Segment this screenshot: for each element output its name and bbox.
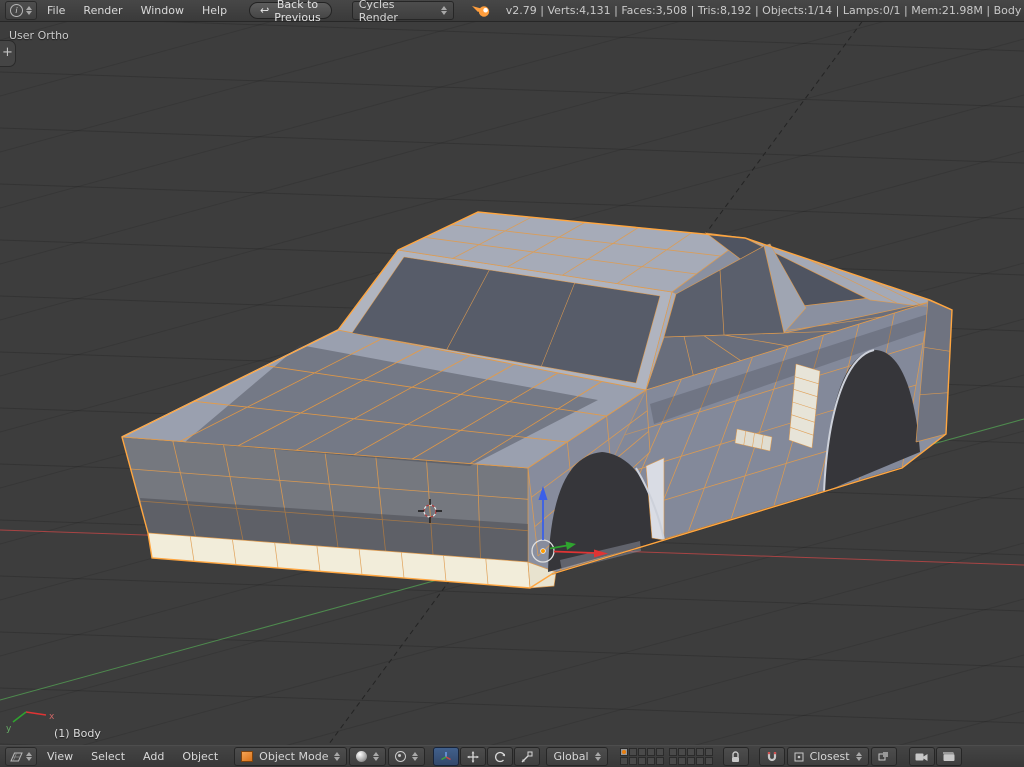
chevron-updown-icon: [26, 6, 32, 15]
layer-button[interactable]: [668, 757, 677, 765]
viewport-shading-dropdown[interactable]: [349, 747, 387, 766]
menu-window[interactable]: Window: [133, 2, 192, 19]
snap-toggle-button[interactable]: [758, 747, 785, 766]
opengl-render-button[interactable]: [908, 747, 935, 766]
opengl-render-buttons: [908, 747, 962, 766]
dropdown-arrows-icon: [334, 752, 341, 761]
magnet-icon: [767, 751, 776, 761]
blender-logo: [470, 3, 492, 18]
render-engine-dropdown[interactable]: Cycles Render: [351, 0, 454, 24]
object-mode-cube-icon: [241, 751, 254, 762]
menu-file[interactable]: File: [39, 2, 73, 19]
mode-value: Object Mode: [259, 750, 329, 763]
info-header: i File Render Window Help ↩ Back to Prev…: [0, 0, 1024, 24]
menu-select[interactable]: Select: [83, 748, 133, 765]
dropdown-arrows-icon: [440, 6, 447, 15]
opengl-render-animation-button[interactable]: [935, 747, 962, 766]
layer-button[interactable]: [637, 748, 646, 756]
menu-render[interactable]: Render: [75, 2, 130, 19]
pivot-point-dropdown[interactable]: [388, 747, 426, 766]
render-engine-value: Cycles Render: [358, 0, 398, 24]
layer-button[interactable]: [655, 757, 664, 765]
manipulator-axes-icon: [441, 751, 452, 760]
lock-to-scene-button[interactable]: [722, 747, 749, 766]
viewport-canvas[interactable]: xy: [0, 0, 1024, 767]
dropdown-arrows-icon: [373, 752, 380, 761]
layer-button[interactable]: [677, 748, 686, 756]
layer-button[interactable]: [677, 757, 686, 765]
scene-stats: v2.79 | Verts:4,131 | Faces:3,508 | Tris…: [505, 4, 1022, 17]
back-arrow-icon: ↩: [260, 4, 270, 17]
layer-button[interactable]: [695, 757, 704, 765]
manipulator-buttons: [433, 747, 541, 766]
dropdown-arrows-icon: [855, 752, 862, 761]
translate-manipulator-button[interactable]: [460, 747, 487, 766]
orientation-value: Global: [553, 750, 589, 763]
layer-button[interactable]: [637, 757, 646, 765]
rotate-icon: [495, 751, 506, 762]
layer-button[interactable]: [646, 748, 655, 756]
layer-button[interactable]: [628, 748, 637, 756]
pivot-point-icon: [395, 751, 407, 762]
blender-logo-icon: [471, 6, 489, 17]
menu-help[interactable]: Help: [194, 2, 235, 19]
viewport-header: View Select Add Object Object Mode Globa…: [0, 745, 1024, 767]
svg-text:y: y: [6, 724, 12, 734]
back-to-previous-button[interactable]: ↩ Back to Previous: [249, 0, 332, 24]
snap-align-icon: [878, 752, 889, 761]
info-editor-icon: i: [10, 4, 23, 17]
layer-button[interactable]: [668, 748, 677, 756]
snap-element-icon: [794, 752, 804, 761]
mode-dropdown[interactable]: Object Mode: [234, 747, 348, 766]
view-mode-label: User Ortho: [9, 29, 69, 42]
back-button-label: Back to Previous: [274, 0, 321, 24]
layers-widget: [619, 748, 713, 765]
editor-type-selector-3dview[interactable]: [5, 747, 37, 766]
scale-icon: [522, 751, 533, 762]
snap-target-value: Closest: [809, 750, 850, 763]
layer-button[interactable]: [628, 757, 637, 765]
menu-view[interactable]: View: [39, 748, 81, 765]
layer-button[interactable]: [704, 748, 713, 756]
layer-button[interactable]: [686, 748, 695, 756]
layer-button[interactable]: [655, 748, 664, 756]
active-object-label: (1) Body: [54, 727, 101, 740]
clapper-icon: [942, 752, 955, 761]
manipulator-toggle-button[interactable]: [433, 747, 460, 766]
toolshelf-expand-tab[interactable]: +: [0, 40, 16, 67]
dropdown-arrows-icon: [412, 752, 419, 761]
scale-manipulator-button[interactable]: [514, 747, 541, 766]
transform-orientation-dropdown[interactable]: Global: [546, 747, 608, 766]
snap-target-dropdown[interactable]: Closest: [786, 747, 869, 766]
camera-icon: [915, 753, 928, 761]
dropdown-arrows-icon: [594, 752, 601, 761]
editor-type-selector-info[interactable]: i: [5, 1, 37, 20]
layer-button[interactable]: [704, 757, 713, 765]
snap-align-button[interactable]: [870, 747, 897, 766]
layer-button[interactable]: [646, 757, 655, 765]
layer-button[interactable]: [619, 757, 628, 765]
menu-object[interactable]: Object: [174, 748, 226, 765]
layer-button[interactable]: [619, 748, 628, 756]
shading-sphere-icon: [356, 751, 368, 762]
translate-icon: [467, 750, 480, 763]
lock-icon: [732, 750, 740, 762]
3d-view-editor-icon: [10, 752, 23, 761]
rotate-manipulator-button[interactable]: [487, 747, 514, 766]
svg-text:x: x: [49, 712, 55, 722]
layer-button[interactable]: [686, 757, 695, 765]
chevron-updown-icon: [26, 752, 32, 761]
layer-button[interactable]: [695, 748, 704, 756]
menu-add[interactable]: Add: [135, 748, 172, 765]
